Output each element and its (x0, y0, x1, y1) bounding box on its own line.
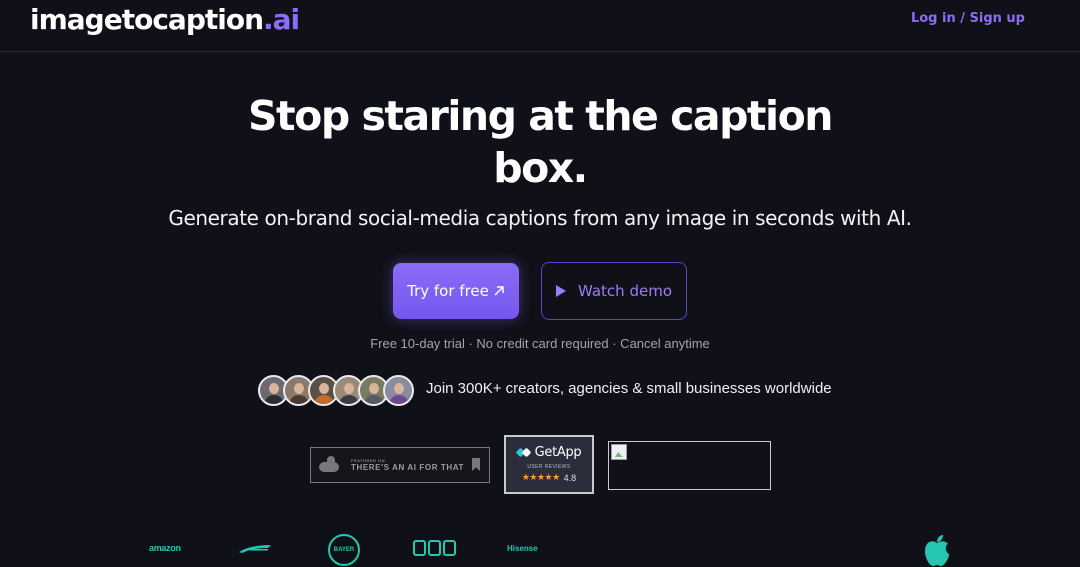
broken-image-badge[interactable] (608, 441, 771, 490)
bayer-logo: BAYER (328, 534, 360, 566)
hisense-logo: Hisense (507, 544, 538, 553)
social-proof-text: Join 300K+ creators, agencies & small bu… (426, 380, 832, 397)
creator-avatars (258, 374, 414, 406)
play-icon (555, 285, 566, 297)
getapp-rating: 4.8 (563, 472, 577, 483)
login-signup-link[interactable]: Log in / Sign up (911, 11, 1025, 26)
broken-image-icon (611, 444, 627, 460)
hero-title: Stop staring at the caption box. (0, 90, 1080, 194)
apple-logo (925, 535, 949, 566)
hero-title-line-1: Stop staring at the caption (248, 92, 833, 140)
watch-demo-label: Watch demo (577, 282, 672, 300)
getapp-reviews-label: USER REVIEWS (527, 464, 571, 470)
arrow-up-right-icon (494, 286, 504, 296)
avatar (383, 374, 414, 406)
try-for-free-label: Try for free (407, 282, 489, 300)
getapp-badge[interactable]: GetApp USER REVIEWS ★★★★★ 4.8 (504, 435, 594, 494)
site-logo[interactable]: imagetocaption.ai (30, 2, 300, 38)
taaft-name: THERE'S AN AI FOR THAT (351, 463, 465, 472)
logo-accent-text: .ai (263, 3, 300, 36)
getapp-logo-icon (515, 447, 532, 459)
top-navigation-bar: imagetocaption.ai Log in / Sign up (0, 0, 1080, 52)
hero-title-line-2: box. (493, 144, 588, 192)
flexed-arm-icon (317, 454, 341, 476)
try-for-free-button[interactable]: Try for free (393, 263, 519, 319)
trial-note: Free 10-day trial · No credit card requi… (370, 336, 710, 351)
bookmark-icon (472, 458, 480, 471)
star-rating-icon: ★★★★★ (521, 472, 560, 482)
swoosh-brand-logo (239, 545, 271, 553)
zoo-brand-logo (413, 540, 456, 556)
theres-an-ai-for-that-badge[interactable]: FEATURED ON THERE'S AN AI FOR THAT (310, 447, 490, 483)
getapp-name: GetApp (534, 445, 582, 460)
amazon-logo: amazon (149, 543, 181, 553)
watch-demo-button[interactable]: Watch demo (541, 262, 687, 320)
logo-main-text: imagetocaption (30, 3, 264, 36)
hero-subtitle: Generate on-brand social-media captions … (168, 206, 912, 230)
